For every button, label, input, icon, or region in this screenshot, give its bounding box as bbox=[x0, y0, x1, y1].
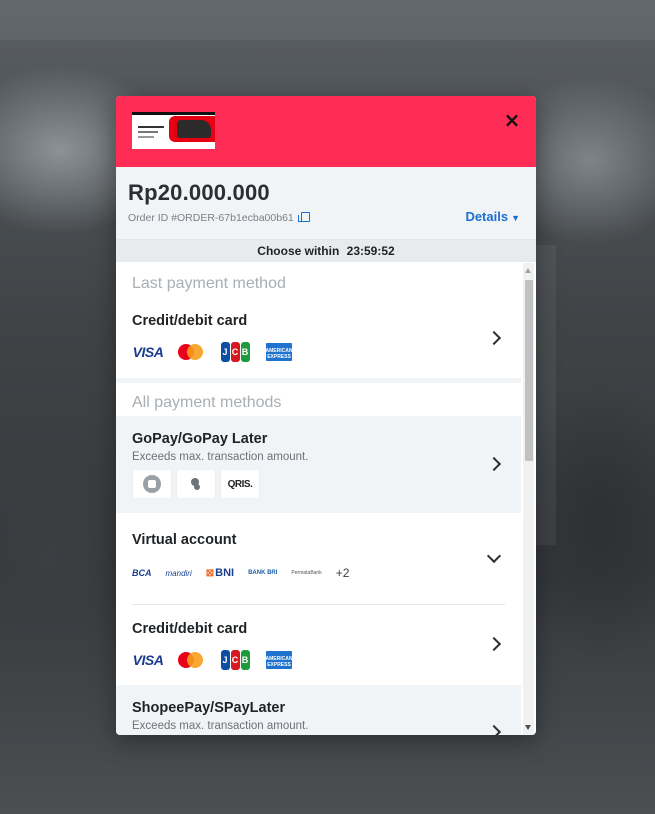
copy-icon[interactable] bbox=[297, 212, 310, 222]
qris-logo: QRIS. bbox=[220, 469, 260, 499]
countdown-bar: Choose within 23:59:52 bbox=[116, 240, 536, 262]
method-title: Virtual account bbox=[132, 532, 237, 548]
more-banks-count: +2 bbox=[335, 566, 350, 580]
bank-logos: BCA mandiri ⊠BNI BANK BRI PermataBank +2 bbox=[132, 566, 505, 580]
countdown-time: 23:59:52 bbox=[346, 244, 395, 258]
gopay-later-logo bbox=[176, 469, 216, 499]
merchant-logo bbox=[132, 112, 215, 149]
payment-method-list[interactable]: Last payment method Credit/debit card VI… bbox=[116, 263, 536, 735]
scroll-up-arrow-icon[interactable] bbox=[525, 268, 531, 273]
bni-logo: ⊠BNI bbox=[205, 567, 235, 579]
chevron-down-icon bbox=[486, 548, 502, 564]
caret-down-icon: ▼ bbox=[511, 213, 520, 223]
wallet-logos: QRIS. bbox=[132, 469, 505, 499]
last-method-heading: Last payment method bbox=[132, 275, 286, 292]
method-title: ShopeePay/SPayLater bbox=[132, 700, 286, 716]
payment-method-list-content: Last payment method Credit/debit card VI… bbox=[116, 263, 521, 735]
visa-logo: VISA bbox=[132, 344, 164, 360]
card-logos: VISA JCB AMERICAN EXPRESS bbox=[132, 342, 505, 362]
method-shopeepay[interactable]: ShopeePay/SPayLater Exceeds max. transac… bbox=[116, 685, 521, 735]
method-virtual-account[interactable]: Virtual account BCA mandiri ⊠BNI BANK BR… bbox=[116, 513, 521, 604]
all-methods-heading: All payment methods bbox=[132, 394, 282, 411]
order-summary: Rp20.000.000 Order ID #ORDER-67b1ecba00b… bbox=[116, 167, 536, 240]
gopay-logo bbox=[132, 469, 172, 499]
bg-side-band bbox=[536, 245, 556, 545]
order-id-text: Order ID #ORDER-67b1ecba00b61 bbox=[128, 212, 294, 224]
method-title: Credit/debit card bbox=[132, 313, 248, 329]
scrollbar[interactable] bbox=[523, 263, 534, 735]
method-title: GoPay/GoPay Later bbox=[132, 431, 268, 447]
chevron-right-icon bbox=[486, 636, 502, 652]
details-label: Details bbox=[465, 209, 509, 224]
mandiri-logo: mandiri bbox=[165, 568, 192, 578]
order-amount: Rp20.000.000 bbox=[128, 180, 270, 205]
jcb-logo: JCB bbox=[220, 342, 250, 362]
amex-logo: AMERICAN EXPRESS bbox=[266, 651, 292, 669]
mastercard-logo bbox=[176, 343, 206, 361]
method-subtitle: Exceeds max. transaction amount. bbox=[132, 451, 309, 463]
permata-logo: PermataBank bbox=[291, 570, 322, 576]
scroll-down-arrow-icon[interactable] bbox=[525, 725, 531, 730]
scrollbar-thumb[interactable] bbox=[525, 280, 533, 461]
bca-logo: BCA bbox=[132, 568, 152, 578]
bri-logo: BANK BRI bbox=[248, 570, 278, 576]
method-title: Credit/debit card bbox=[132, 621, 248, 637]
method-subtitle: Exceeds max. transaction amount. bbox=[132, 720, 309, 732]
method-credit-card[interactable]: Credit/debit card VISA JCB AMERICAN EXPR… bbox=[116, 605, 521, 685]
order-id: Order ID #ORDER-67b1ecba00b61 bbox=[128, 211, 310, 224]
close-icon[interactable]: × bbox=[502, 110, 522, 130]
mastercard-logo bbox=[176, 651, 206, 669]
payment-modal: × Rp20.000.000 Order ID #ORDER-67b1ecba0… bbox=[116, 96, 536, 735]
method-gopay[interactable]: GoPay/GoPay Later Exceeds max. transacti… bbox=[116, 416, 521, 513]
bg-top-band bbox=[0, 0, 655, 40]
visa-logo: VISA bbox=[132, 652, 164, 668]
amex-logo: AMERICAN EXPRESS bbox=[266, 343, 292, 361]
card-logos: VISA JCB AMERICAN EXPRESS bbox=[132, 650, 505, 670]
countdown-prefix: Choose within bbox=[257, 244, 340, 258]
details-button[interactable]: Details ▼ bbox=[465, 209, 520, 224]
jcb-logo: JCB bbox=[220, 650, 250, 670]
modal-header: × bbox=[116, 96, 536, 167]
last-method-credit-card[interactable]: Credit/debit card VISA JCB AMERICAN EXPR… bbox=[116, 297, 521, 378]
